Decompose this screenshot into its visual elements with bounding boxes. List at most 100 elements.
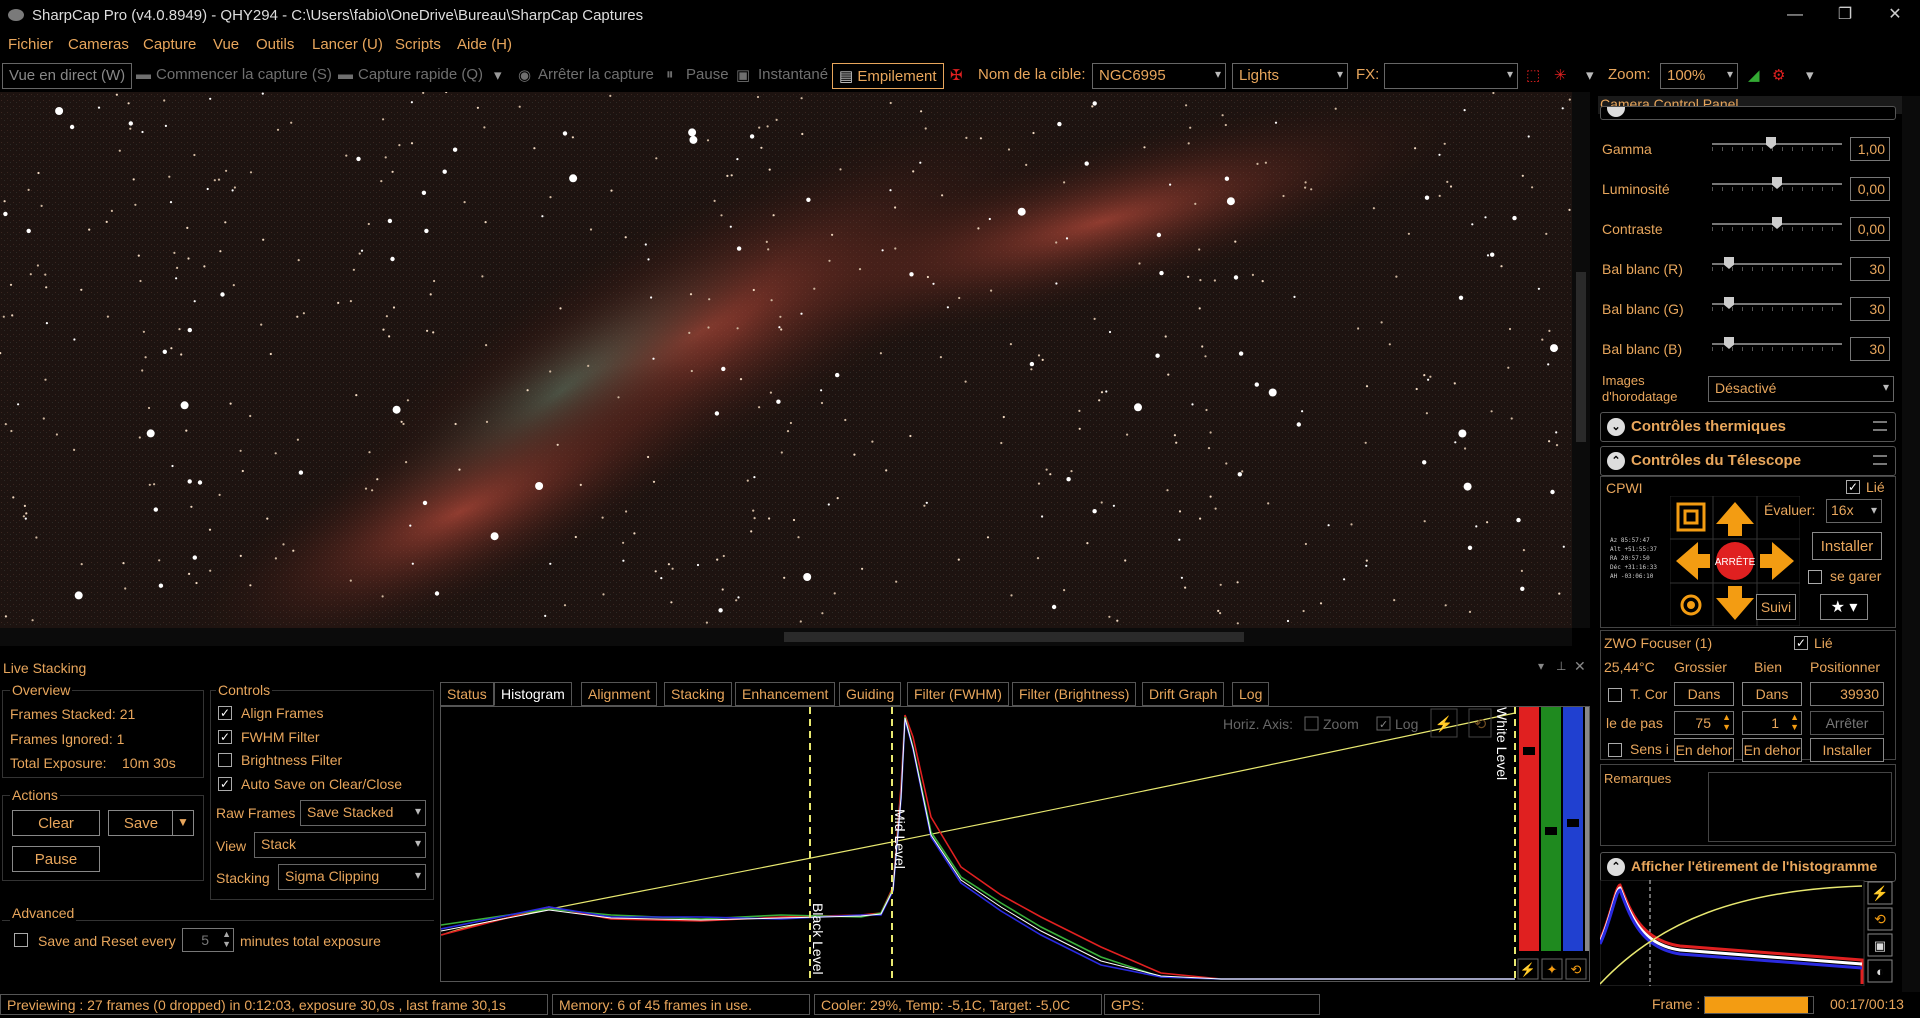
tab-alignment[interactable]: Alignment xyxy=(581,682,658,706)
maximize-button[interactable]: ❐ xyxy=(1830,3,1860,27)
timestamp-select[interactable]: Désactivé xyxy=(1708,376,1894,402)
zoom-select[interactable]: 100% xyxy=(1660,63,1738,89)
menu-vue[interactable]: Vue xyxy=(213,36,239,53)
stretch-header[interactable]: ⌃ Afficher l'étirement de l'histogramme xyxy=(1600,852,1896,882)
control-value[interactable]: 30 xyxy=(1850,257,1890,281)
crosshair-icon[interactable]: ✳ xyxy=(1554,66,1567,84)
fx-select[interactable] xyxy=(1384,63,1518,89)
save-reset-checkbox[interactable] xyxy=(14,933,28,947)
quick-capture-button[interactable]: Capture rapide (Q) xyxy=(358,66,483,83)
menu-scripts[interactable]: Scripts xyxy=(395,36,441,53)
tab-status[interactable]: Status xyxy=(440,682,494,706)
save-button[interactable]: Save xyxy=(108,810,174,836)
panel-scrollbar[interactable] xyxy=(1902,96,1920,992)
control-value[interactable]: 0,00 xyxy=(1850,177,1890,201)
close-button[interactable]: ✕ xyxy=(1880,3,1910,27)
frame-type-select[interactable]: Lights xyxy=(1232,63,1348,89)
tab-enhancement[interactable]: Enhancement xyxy=(735,682,836,706)
menu-icon[interactable] xyxy=(1873,455,1887,465)
save-dropdown-button[interactable]: ▼ xyxy=(172,810,194,836)
image-viewer[interactable] xyxy=(0,92,1572,628)
control-slider[interactable] xyxy=(1712,137,1842,151)
stepper-arrows-icon[interactable]: ▲ ▼ xyxy=(1722,712,1731,732)
chevron-down-icon[interactable]: ▾ xyxy=(1538,659,1544,673)
chevron-down-icon[interactable]: ▾ xyxy=(1586,66,1594,84)
stepper-arrows-icon[interactable]: ▲ ▼ xyxy=(222,929,231,949)
tab-log[interactable]: Log xyxy=(1232,682,1270,706)
out-coarse-button[interactable]: En dehor xyxy=(1674,738,1734,762)
live-view-button[interactable]: Vue en direct (W) xyxy=(2,63,133,89)
tab-filter-fwhm[interactable]: Filter (FWHM) xyxy=(907,682,1009,706)
pin-icon[interactable]: ⊥ xyxy=(1556,659,1566,673)
control-slider[interactable] xyxy=(1712,217,1842,231)
view-select[interactable]: Stack xyxy=(254,832,426,858)
telescope-linked-checkbox[interactable]: ✓ xyxy=(1846,480,1860,494)
reticle-icon[interactable]: ⬚ xyxy=(1526,66,1540,84)
clear-button[interactable]: Clear xyxy=(12,810,100,836)
position-field[interactable]: 39930 xyxy=(1810,682,1884,706)
histogram-icon[interactable]: ◢ xyxy=(1748,66,1760,84)
control-value[interactable]: 1,00 xyxy=(1850,137,1890,161)
image-controls-header[interactable]: ⌃ xyxy=(1600,106,1896,120)
telescope-controls-header[interactable]: ⌃ Contrôles du Télescope xyxy=(1600,446,1896,476)
stop-capture-button[interactable]: Arrêter la capture xyxy=(538,66,654,83)
tab-filter-brightness[interactable]: Filter (Brightness) xyxy=(1012,682,1137,706)
target-name-field[interactable]: NGC6995 xyxy=(1092,63,1226,89)
step-stepper[interactable]: 75 ▲ ▼ xyxy=(1674,711,1734,735)
menu-outils[interactable]: Outils xyxy=(256,36,294,53)
minimize-button[interactable]: — xyxy=(1780,3,1810,27)
star-icon[interactable]: ★ ▾ xyxy=(1820,594,1868,620)
chevron-down-icon[interactable]: ▾ xyxy=(1806,66,1814,84)
zoom-checkbox[interactable] xyxy=(1304,716,1319,731)
pause-stacking-button[interactable]: Pause xyxy=(12,846,100,872)
out-fine-button[interactable]: En dehor xyxy=(1742,738,1802,762)
level-sliders[interactable] xyxy=(1519,707,1589,951)
control-value[interactable]: 0,00 xyxy=(1850,217,1890,241)
menu-aide[interactable]: Aide (H) xyxy=(457,36,512,53)
menu-lancer[interactable]: Lancer (U) xyxy=(312,36,383,53)
menu-capture[interactable]: Capture xyxy=(143,36,196,53)
stepper-arrows-icon[interactable]: ▲ ▼ xyxy=(1790,712,1799,732)
raw-frames-select[interactable]: Save Stacked xyxy=(300,800,426,826)
in-coarse-button[interactable]: Dans xyxy=(1674,682,1734,706)
tab-histogram[interactable]: Histogram xyxy=(494,682,572,706)
focuser-stop-button[interactable]: Arrêter xyxy=(1810,711,1884,735)
tab-stacking[interactable]: Stacking xyxy=(664,682,732,706)
focuser-linked-checkbox[interactable]: ✓ xyxy=(1794,636,1808,650)
thermal-controls-header[interactable]: ⌄ Contrôles thermiques xyxy=(1600,412,1896,442)
control-slider[interactable] xyxy=(1712,337,1842,351)
park-checkbox[interactable] xyxy=(1808,570,1822,584)
rate-select[interactable]: 16x xyxy=(1826,499,1882,523)
install-button[interactable]: Installer xyxy=(1812,532,1882,560)
stacking-select[interactable]: Sigma Clipping xyxy=(278,864,426,890)
tab-drift-graph[interactable]: Drift Graph xyxy=(1142,682,1225,706)
pause-button[interactable]: Pause xyxy=(686,66,729,83)
reverse-checkbox[interactable] xyxy=(1608,743,1622,757)
focuser-install-button[interactable]: Installer xyxy=(1810,738,1884,762)
save-reset-minutes-stepper[interactable]: 5 ▲ ▼ xyxy=(182,928,234,952)
chevron-down-icon[interactable]: ▾ xyxy=(494,66,502,84)
menu-fichier[interactable]: Fichier xyxy=(8,36,53,53)
fwhm-filter-checkbox[interactable]: ✓ xyxy=(218,730,232,744)
control-value[interactable]: 30 xyxy=(1850,337,1890,361)
track-button[interactable]: Suivi xyxy=(1756,594,1796,620)
menu-cameras[interactable]: Cameras xyxy=(68,36,129,53)
settings-icon[interactable]: ⚙ xyxy=(1772,66,1785,84)
auto-save-checkbox[interactable]: ✓ xyxy=(218,777,232,791)
viewer-vertical-scrollbar[interactable] xyxy=(1572,92,1590,628)
in-fine-button[interactable]: Dans xyxy=(1742,682,1802,706)
annotate-icon[interactable]: ✠ xyxy=(950,66,963,84)
stacking-button[interactable]: ▤ Empilement xyxy=(832,63,944,89)
notes-textarea[interactable] xyxy=(1708,772,1892,842)
viewer-horizontal-scrollbar[interactable] xyxy=(0,628,1572,646)
close-icon[interactable]: ✕ xyxy=(1574,658,1586,675)
menu-icon[interactable] xyxy=(1873,421,1887,431)
fine-step-stepper[interactable]: 1 ▲ ▼ xyxy=(1742,711,1802,735)
control-slider[interactable] xyxy=(1712,297,1842,311)
histogram-view[interactable]: Black Level Mid Level White Level Horiz.… xyxy=(440,706,1590,982)
control-value[interactable]: 30 xyxy=(1850,297,1890,321)
control-slider[interactable] xyxy=(1712,177,1842,191)
temp-comp-checkbox[interactable] xyxy=(1608,688,1622,702)
align-frames-checkbox[interactable]: ✓ xyxy=(218,706,232,720)
tab-guiding[interactable]: Guiding xyxy=(839,682,902,706)
